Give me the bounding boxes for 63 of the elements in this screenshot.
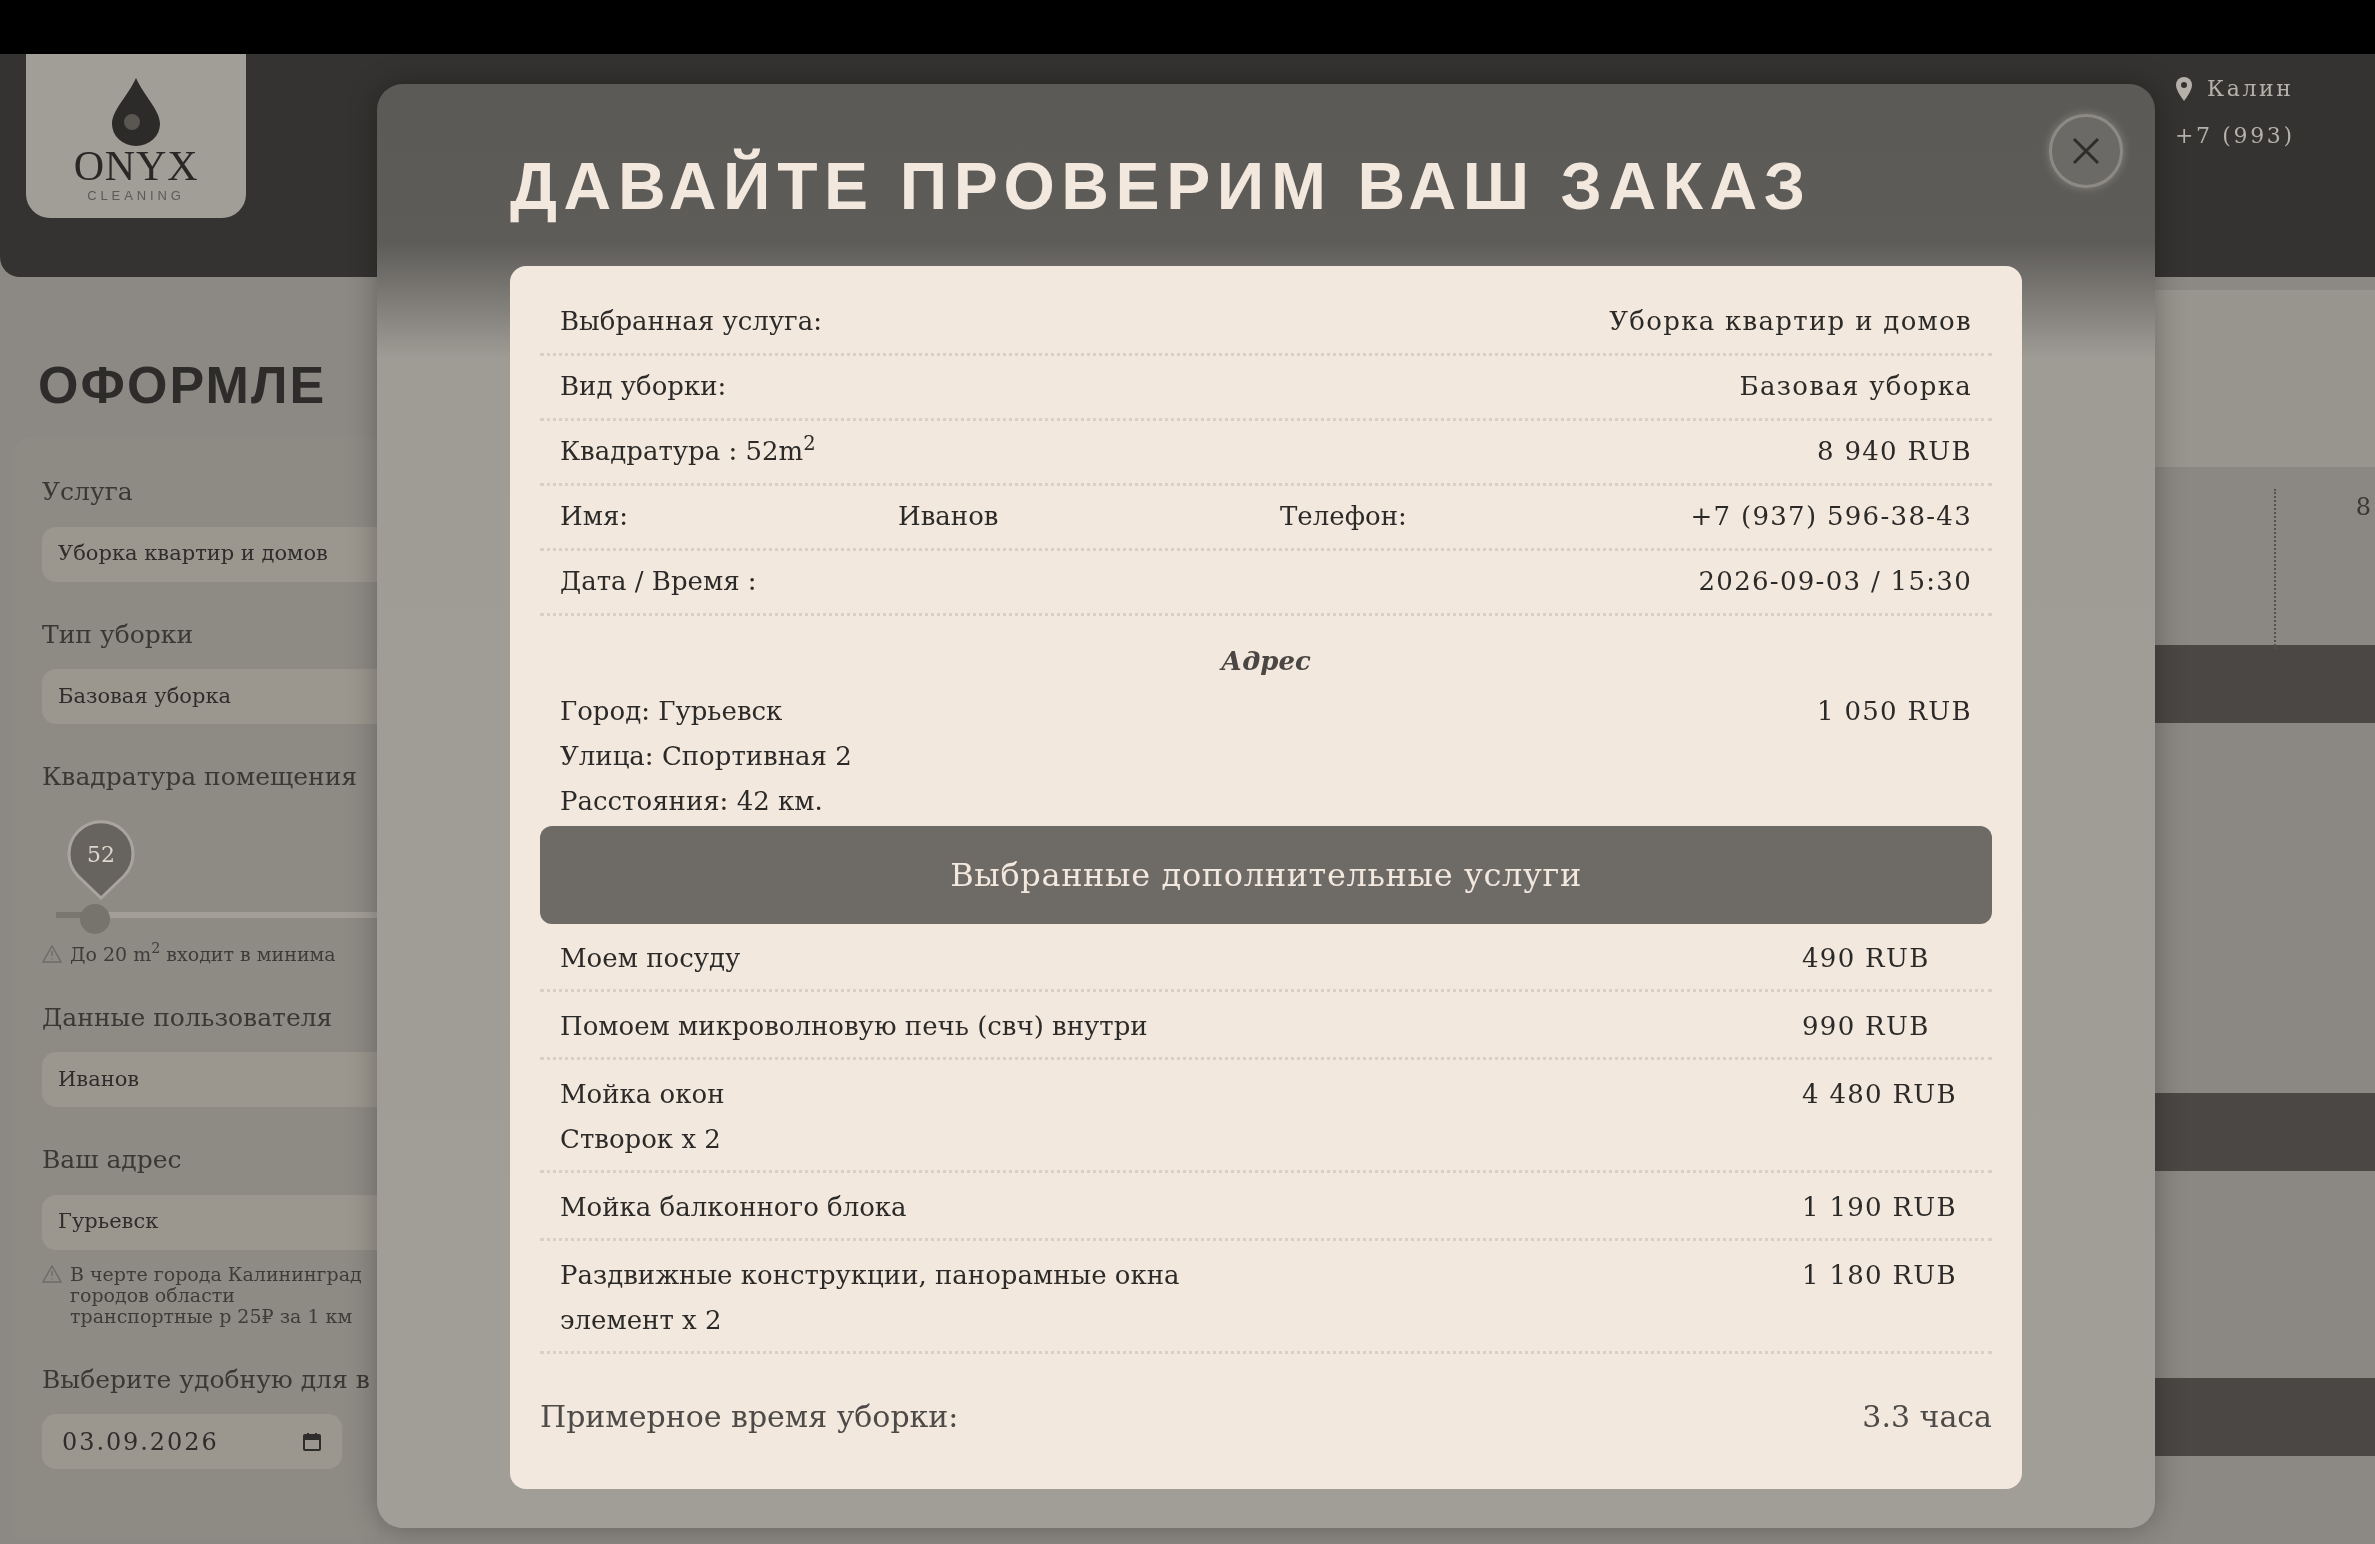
summary-label: Телефон: bbox=[1280, 500, 1407, 533]
extra-service-price: 1 180 RUB bbox=[1802, 1259, 1958, 1292]
extra-service-price: 4 480 RUB bbox=[1802, 1078, 1958, 1111]
logo-tagline: CLEANING bbox=[87, 187, 185, 205]
field-label: Выберите удобную для в bbox=[42, 1363, 371, 1396]
date-field[interactable]: 03.09.2026 bbox=[42, 1414, 342, 1469]
summary-label: Дата / Время : bbox=[560, 565, 757, 598]
modal-title: ДАВАЙТЕ ПРОВЕРИМ ВАШ ЗАКАЗ bbox=[510, 147, 1812, 225]
form-field[interactable]: Уборка квартир и домов bbox=[42, 526, 377, 582]
extra-service-line: Помоем микроволновую печь (свч) внутри bbox=[560, 1010, 1149, 1043]
location-text: Калин bbox=[2207, 75, 2294, 103]
note-text: В черте города Калининград городов области транспортные р 25₽ за 1 км bbox=[70, 1263, 363, 1327]
summary-value: +7 (937) 596-38-43 bbox=[1690, 500, 1972, 533]
summary-value: 8 940 RUB bbox=[1817, 435, 1972, 468]
extra-service-price: 490 RUB bbox=[1802, 942, 1931, 975]
side-value: 8 bbox=[2355, 492, 2371, 523]
estimate-value: 3.3 часа bbox=[1862, 1398, 1992, 1436]
slider-thumb[interactable] bbox=[79, 903, 110, 934]
extra-service-price: 990 RUB bbox=[1802, 1010, 1931, 1043]
close-icon bbox=[2072, 137, 2100, 165]
drop-icon bbox=[110, 76, 162, 146]
extra-service-line: Мойка окон bbox=[560, 1078, 726, 1111]
address-title: Адрес bbox=[1218, 645, 1312, 678]
page-title: ОФОРМЛЕ bbox=[38, 355, 328, 415]
extra-service-line: Мойка балконного блока bbox=[560, 1191, 908, 1224]
phone-number[interactable]: +7 (993) bbox=[2175, 119, 2375, 152]
summary-label: Вид уборки: bbox=[560, 370, 727, 403]
address-line: Расстояния: 42 км. bbox=[560, 785, 824, 818]
summary-value: 2026-09-03 / 15:30 bbox=[1698, 565, 1972, 598]
note-text: До 20 m$^{2}$ входит в минима bbox=[70, 943, 336, 965]
field-label: Ваш адрес bbox=[42, 1144, 183, 1176]
slider-value-bubble: 52 bbox=[66, 817, 136, 900]
address-price: 1 050 RUB bbox=[1817, 695, 1972, 728]
summary-value: Иванов bbox=[898, 500, 1000, 533]
warning-icon bbox=[42, 944, 62, 963]
extra-service-price: 1 190 RUB bbox=[1802, 1191, 1958, 1224]
extra-service-line: Створок x 2 bbox=[560, 1123, 722, 1156]
field-label: Данные пользователя bbox=[42, 1001, 334, 1034]
warning-icon bbox=[42, 1264, 62, 1283]
extra-service-line: элемент x 2 bbox=[560, 1304, 723, 1337]
estimate-label: Примерное время уборки: bbox=[540, 1398, 959, 1436]
location-pin-icon bbox=[2175, 75, 2193, 102]
close-button[interactable] bbox=[2049, 114, 2123, 188]
field-label: Квадратура помещения bbox=[42, 761, 359, 793]
extra-service-line: Раздвижные конструкции, панорамные окна bbox=[560, 1259, 1181, 1292]
form-field[interactable]: Базовая уборка bbox=[42, 669, 377, 724]
address-line: Улица: Спортивная 2 bbox=[560, 740, 852, 773]
calendar-icon bbox=[302, 1431, 322, 1452]
slider-track[interactable] bbox=[56, 911, 377, 918]
summary-value: Уборка квартир и домов bbox=[1609, 305, 1972, 338]
logo-wordmark: ONYX bbox=[73, 146, 199, 186]
extras-header: Выбранные дополнительные услуги bbox=[540, 826, 1992, 924]
field-label: Тип уборки bbox=[42, 618, 195, 651]
summary-label: Выбранная услуга: bbox=[560, 305, 822, 338]
summary-label: Квадратура : 52m$^{2}$ bbox=[560, 432, 816, 468]
summary-value: Базовая уборка bbox=[1739, 370, 1972, 403]
extra-service-line: Моем посуду bbox=[560, 942, 742, 975]
form-field[interactable]: Иванов bbox=[42, 1052, 377, 1107]
summary-label: Имя: bbox=[560, 500, 630, 533]
address-line: Город: Гурьевск bbox=[560, 695, 784, 728]
form-field[interactable]: Гурьевск bbox=[42, 1194, 377, 1250]
field-label: Услуга bbox=[42, 476, 134, 508]
logo[interactable]: ONYX CLEANING bbox=[26, 54, 246, 218]
